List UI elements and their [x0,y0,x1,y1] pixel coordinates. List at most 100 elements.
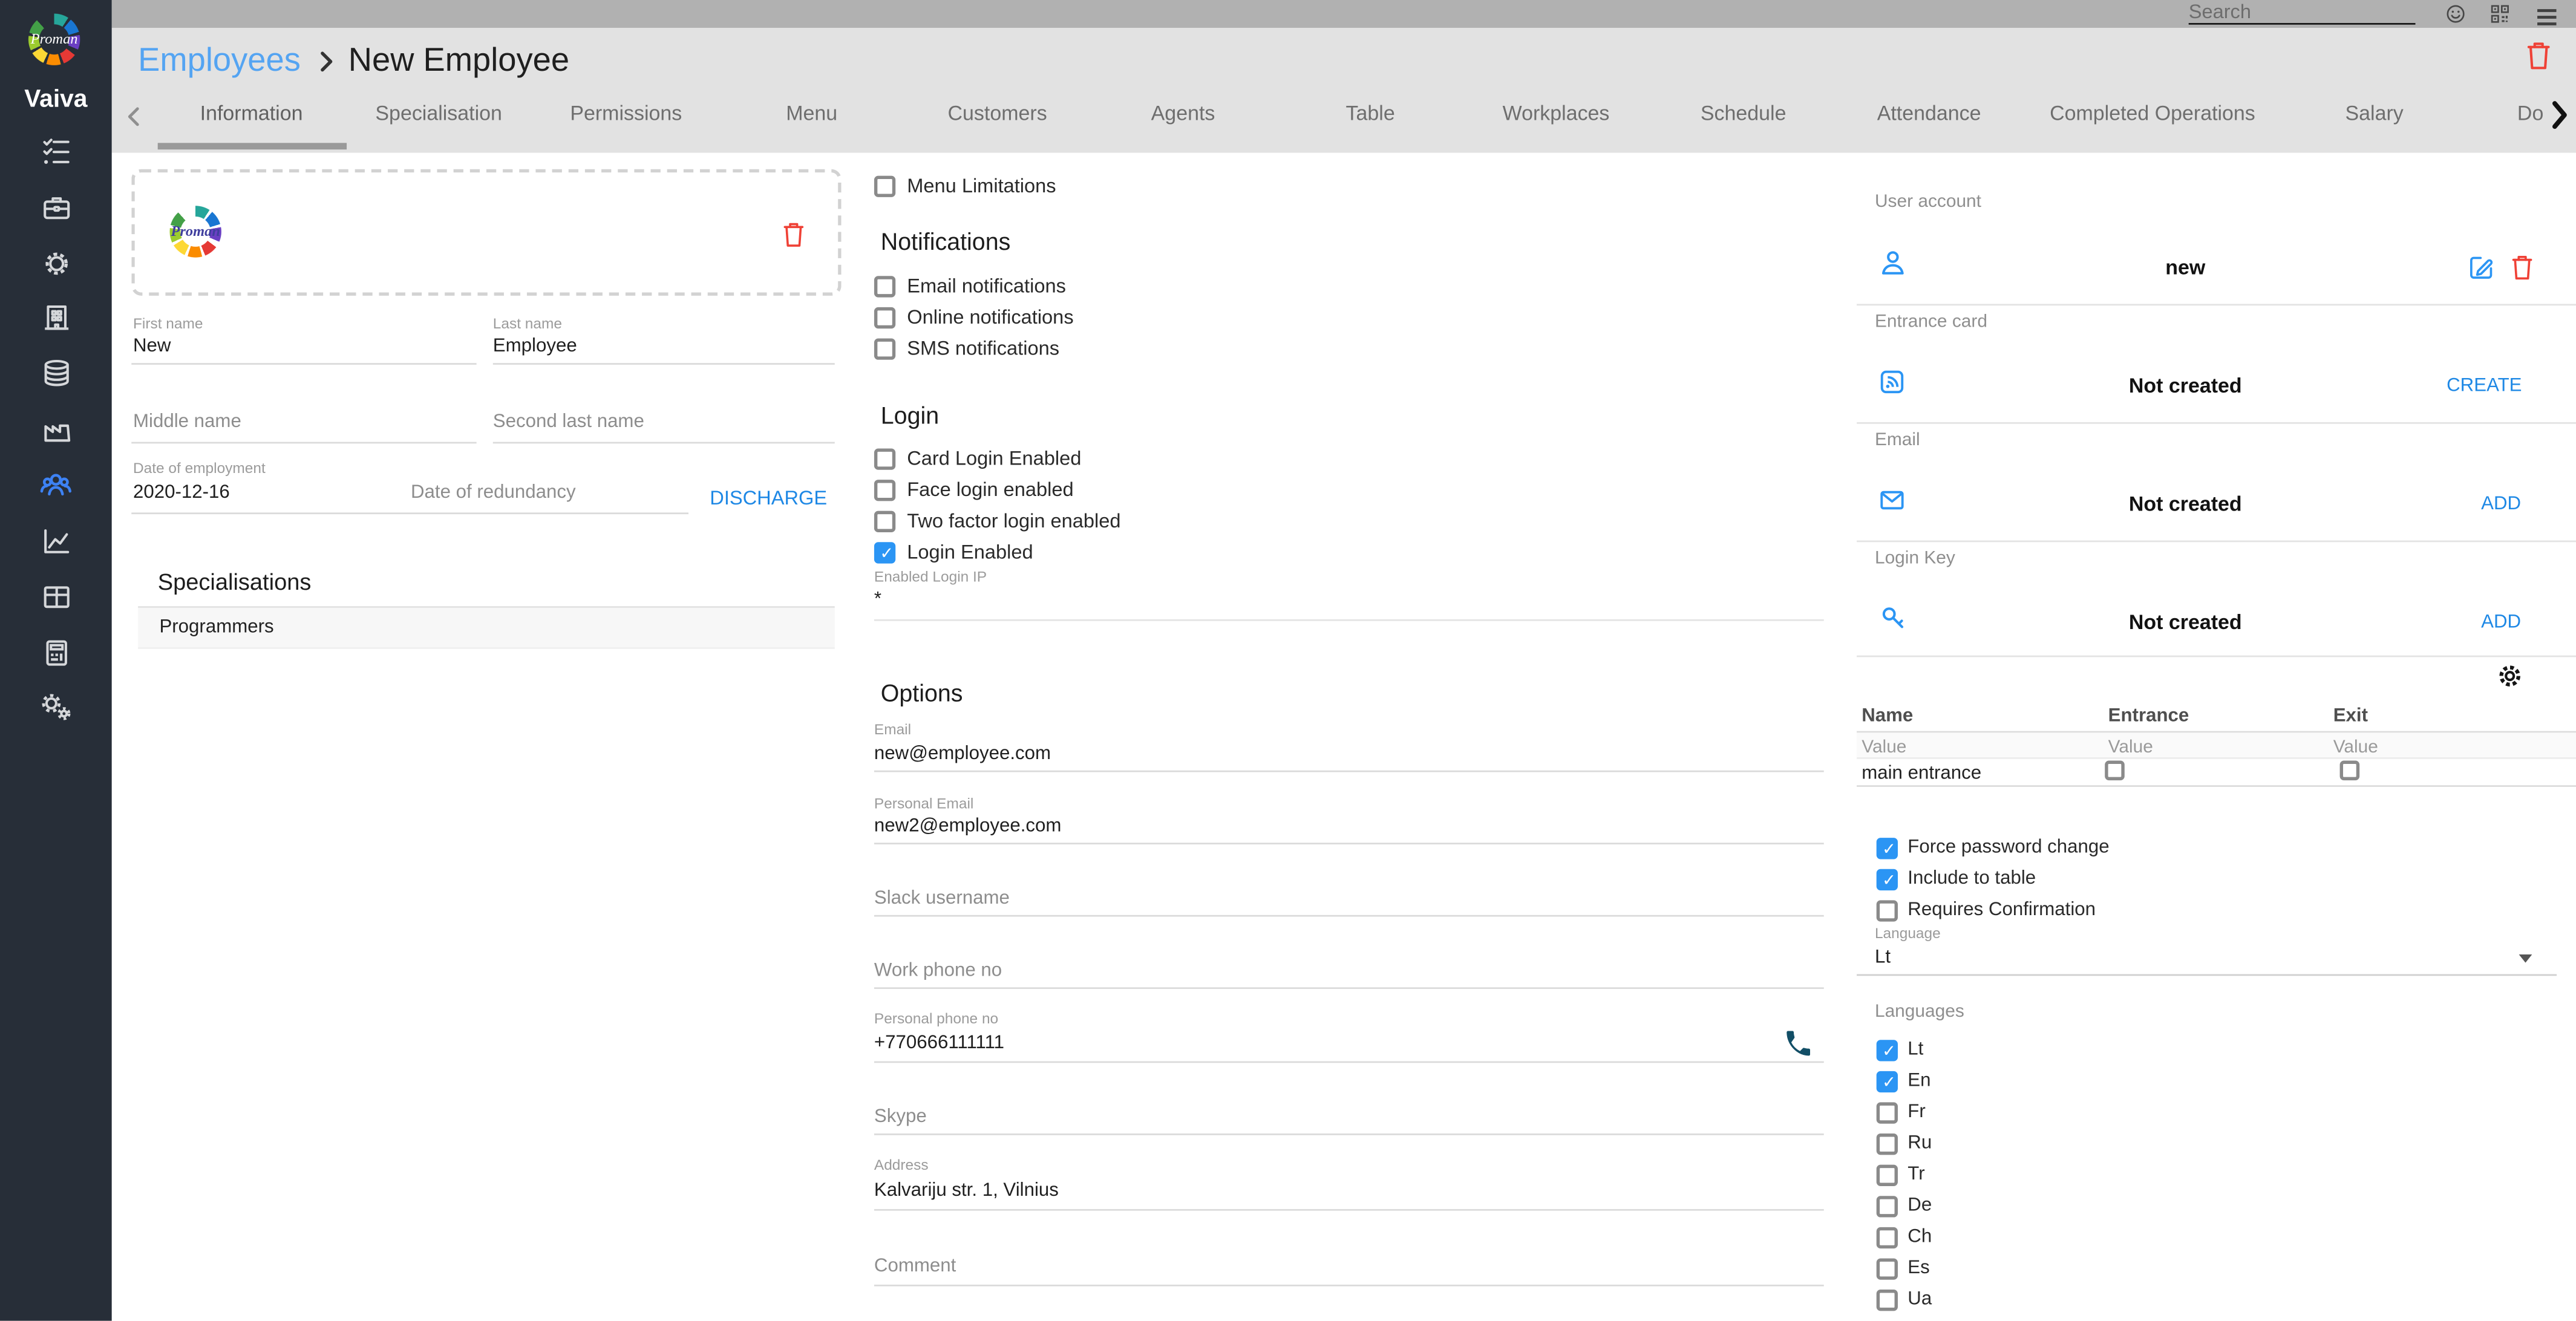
slack-username-field[interactable]: Slack username [874,889,1010,908]
tab-agents[interactable]: Agents [1151,102,1215,125]
date-of-redundancy-field[interactable]: Date of redundancy [411,483,576,503]
app-logo[interactable]: Proman [18,3,91,76]
address-field[interactable]: Kalvariju str. 1, Vilnius [874,1181,1059,1201]
filter-entrance-input[interactable]: Value [2108,737,2153,757]
include-to-table-checkbox[interactable] [1877,869,1898,890]
tab-customers[interactable]: Customers [948,102,1047,125]
personal-phone-field[interactable]: +770666111111 [874,1033,1004,1053]
delete-employee-button[interactable] [2524,38,2554,80]
col-header-exit[interactable]: Exit [2333,706,2368,726]
language-es-label: Es [1907,1258,1929,1279]
language-es-checkbox[interactable] [1877,1258,1898,1279]
second-last-name-field[interactable]: Second last name [493,413,644,432]
date-of-employment-field[interactable]: 2020-12-16 [133,483,230,503]
col-header-entrance[interactable]: Entrance [2108,706,2189,726]
requires-confirmation-checkbox[interactable] [1877,900,1898,921]
comment-field[interactable]: Comment [874,1257,956,1277]
language-ch-checkbox[interactable] [1877,1227,1898,1248]
sidebar-item-accounting[interactable] [0,624,112,680]
tab-table[interactable]: Table [1346,102,1395,125]
sidebar-item-operations[interactable] [0,235,112,290]
language-de-checkbox[interactable] [1877,1196,1898,1217]
breadcrumb-employees-link[interactable]: Employees [138,43,301,80]
chevron-down-icon[interactable] [2519,954,2532,963]
tabs-scroll-right-button[interactable] [2549,100,2570,138]
face-login-checkbox[interactable] [874,480,895,501]
table-settings-button[interactable] [2494,660,2526,700]
smiley-icon[interactable] [2445,2,2466,32]
building-icon [39,300,73,334]
language-en-checkbox[interactable] [1877,1071,1898,1092]
work-phone-field[interactable]: Work phone no [874,961,1002,981]
language-lt-checkbox[interactable] [1877,1040,1898,1061]
email-field[interactable]: new@employee.com [874,744,1051,764]
sidebar-item-jobs[interactable] [0,179,112,235]
filter-exit-input[interactable]: Value [2333,737,2378,757]
menu-limitations-checkbox[interactable] [874,176,895,197]
call-button[interactable] [1783,1028,1814,1068]
middle-name-field[interactable]: Middle name [133,413,241,432]
specialisations-title: Specialisations [158,569,312,595]
tabs-scroll-left-button[interactable] [125,105,143,137]
tab-documents[interactable]: Do [2517,102,2543,125]
language-ru-checkbox[interactable] [1877,1133,1898,1155]
language-tr-checkbox[interactable] [1877,1165,1898,1186]
force-password-change-checkbox[interactable] [1877,838,1898,859]
tab-specialisation[interactable]: Specialisation [375,102,502,125]
first-name-field[interactable]: New [133,337,171,357]
language-select[interactable]: Lt [1875,948,1891,968]
tab-completed-operations[interactable]: Completed Operations [2050,102,2255,125]
delete-photo-button[interactable] [780,218,806,258]
create-entrance-card-button[interactable]: CREATE [2447,376,2522,396]
two-factor-login-label: Two factor login enabled [907,511,1120,532]
tab-schedule[interactable]: Schedule [1701,102,1787,125]
sidebar-item-tasks[interactable] [0,123,112,179]
sms-notifications-checkbox[interactable] [874,338,895,359]
email-notifications-label: Email notifications [907,276,1066,297]
edit-user-button[interactable] [2466,253,2496,290]
sidebar-item-tables[interactable] [0,569,112,624]
login-title: Login [881,404,939,430]
sidebar-item-database[interactable] [0,345,112,400]
filter-name-input[interactable]: Value [1862,737,1906,757]
sidebar-item-reports[interactable] [0,512,112,568]
online-notifications-checkbox[interactable] [874,307,895,328]
address-label: Address [874,1156,929,1173]
enabled-login-ip-label: Enabled Login IP [874,569,987,585]
tab-salary[interactable]: Salary [2345,102,2403,125]
tab-permissions[interactable]: Permissions [570,102,682,125]
enabled-login-ip-field[interactable]: * [874,590,881,610]
tab-attendance[interactable]: Attendance [1877,102,1981,125]
qr-code-icon[interactable] [2489,2,2511,32]
entrance-card-icon [1877,367,1908,406]
login-enabled-checkbox[interactable] [874,542,895,563]
two-factor-login-checkbox[interactable] [874,511,895,532]
envelope-icon [1877,484,1908,524]
last-name-label: Last name [493,315,562,331]
menu-icon[interactable] [2535,4,2558,34]
skype-underline [874,1133,1824,1135]
sidebar-item-settings[interactable] [0,679,112,734]
tab-workplaces[interactable]: Workplaces [1503,102,1610,125]
card-login-checkbox[interactable] [874,448,895,469]
language-ua-checkbox[interactable] [1877,1290,1898,1311]
last-name-field[interactable]: Employee [493,337,577,357]
discharge-button[interactable]: DISCHARGE [710,486,827,509]
col-header-name[interactable]: Name [1862,706,1913,726]
add-email-button[interactable]: ADD [2481,495,2521,515]
email-notifications-checkbox[interactable] [874,276,895,297]
row-entrance-checkbox[interactable] [2105,761,2125,781]
sidebar-item-company[interactable] [0,289,112,345]
employee-photo-dropzone[interactable] [131,169,841,296]
skype-field[interactable]: Skype [874,1107,927,1127]
language-fr-checkbox[interactable] [1877,1102,1898,1123]
tab-information[interactable]: Information [200,102,303,125]
delete-user-button[interactable] [2509,252,2535,291]
add-login-key-button[interactable]: ADD [2481,613,2521,633]
sidebar-item-employees[interactable] [0,457,112,512]
personal-email-field[interactable]: new2@employee.com [874,817,1061,837]
search-input[interactable] [2189,0,2416,25]
row-exit-checkbox[interactable] [2340,761,2360,781]
sidebar-item-production[interactable] [0,401,112,457]
tab-menu[interactable]: Menu [786,102,837,125]
